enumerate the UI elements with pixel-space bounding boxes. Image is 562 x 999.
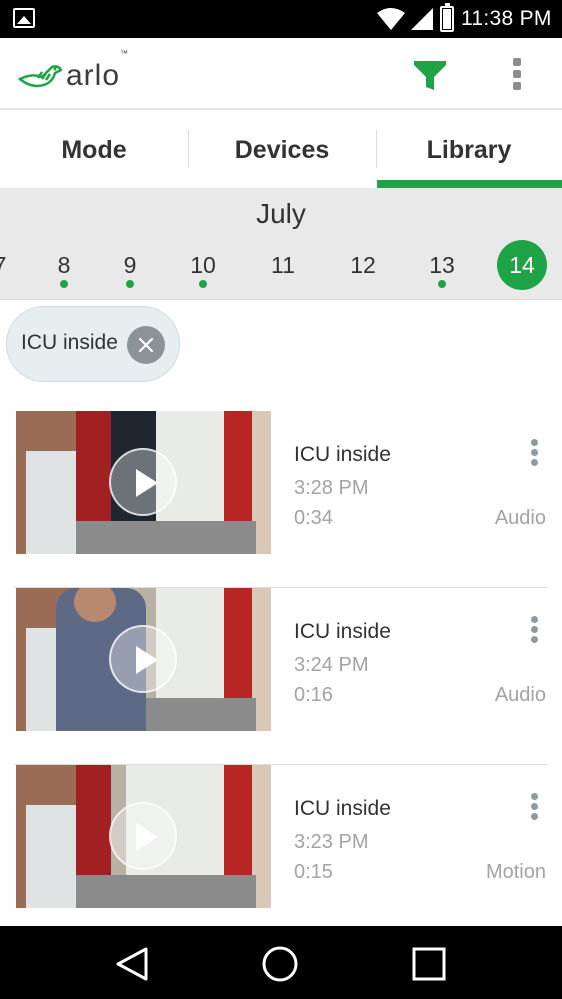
recording-thumbnail[interactable] — [16, 411, 271, 554]
play-icon[interactable] — [109, 802, 177, 870]
gallery-notification-icon — [13, 8, 35, 28]
recording-item[interactable]: ICU inside 3:24 PM 0:16 Audio — [0, 588, 562, 765]
recording-duration: 0:15 — [294, 861, 333, 883]
recording-trigger: Audio — [494, 507, 546, 529]
battery-charging-icon — [440, 3, 454, 32]
back-icon[interactable] — [112, 944, 152, 984]
recording-trigger: Audio — [494, 684, 546, 706]
logo-text: arlo™ — [66, 49, 130, 92]
recording-camera-name: ICU inside — [294, 620, 391, 643]
day-13[interactable]: 13 — [417, 240, 467, 290]
more-vert-icon[interactable] — [528, 439, 540, 469]
status-time: 11:38 PM — [461, 7, 552, 30]
day-12[interactable]: 12 — [338, 240, 388, 290]
recording-time: 3:23 PM — [294, 831, 369, 853]
recording-time: 3:24 PM — [294, 654, 369, 676]
more-vert-icon[interactable] — [528, 616, 540, 646]
home-icon[interactable] — [260, 944, 300, 984]
system-nav-bar — [0, 926, 562, 999]
tab-library[interactable]: Library — [376, 112, 562, 188]
day-9[interactable]: 9 — [105, 240, 155, 290]
recording-trigger: Motion — [485, 861, 546, 883]
recording-camera-name: ICU inside — [294, 797, 391, 820]
cell-signal-icon — [411, 8, 433, 30]
day-14-selected[interactable]: 14 — [497, 240, 547, 290]
wifi-icon — [377, 8, 405, 30]
recents-icon[interactable] — [409, 944, 449, 984]
more-vert-icon[interactable] — [528, 793, 540, 823]
tab-mode[interactable]: Mode — [0, 112, 188, 188]
recording-thumbnail[interactable] — [16, 588, 271, 731]
tab-selected-indicator — [377, 180, 562, 188]
day-11[interactable]: 11 — [258, 240, 308, 290]
recording-indicator-dot — [126, 280, 134, 288]
recording-duration: 0:34 — [294, 507, 333, 529]
more-vert-icon[interactable] — [510, 58, 524, 92]
tab-bar: Mode Devices Library — [0, 112, 562, 188]
recording-indicator-dot — [60, 280, 68, 288]
recording-item[interactable]: ICU inside 3:28 PM 0:34 Audio — [0, 411, 562, 588]
tab-devices[interactable]: Devices — [188, 112, 376, 188]
camera-filter-chip: ICU inside — [6, 306, 180, 382]
recording-thumbnail[interactable] — [16, 765, 271, 908]
date-strip[interactable]: July 7 8 9 10 11 12 13 14 — [0, 188, 562, 300]
recording-camera-name: ICU inside — [294, 443, 391, 466]
recording-duration: 0:16 — [294, 684, 333, 706]
day-7[interactable]: 7 — [0, 240, 25, 290]
filter-icon[interactable] — [412, 58, 448, 92]
app-bar: arlo™ — [0, 38, 562, 110]
day-8[interactable]: 8 — [39, 240, 89, 290]
arlo-logo[interactable]: arlo™ — [18, 49, 130, 94]
screen: 11:38 PM arlo™ Mode Devices Library July… — [0, 0, 562, 999]
play-icon[interactable] — [109, 625, 177, 693]
recording-indicator-dot — [199, 280, 207, 288]
chip-label: ICU inside — [21, 331, 118, 354]
arlo-bird-logo — [18, 65, 62, 88]
close-icon[interactable] — [127, 326, 165, 364]
month-label: July — [256, 198, 306, 229]
day-10[interactable]: 10 — [178, 240, 228, 290]
play-icon[interactable] — [109, 448, 177, 516]
recording-indicator-dot — [438, 280, 446, 288]
recording-item[interactable]: ICU inside 3:23 PM 0:15 Motion — [0, 765, 562, 942]
status-bar: 11:38 PM — [0, 0, 562, 38]
recording-time: 3:28 PM — [294, 477, 369, 499]
